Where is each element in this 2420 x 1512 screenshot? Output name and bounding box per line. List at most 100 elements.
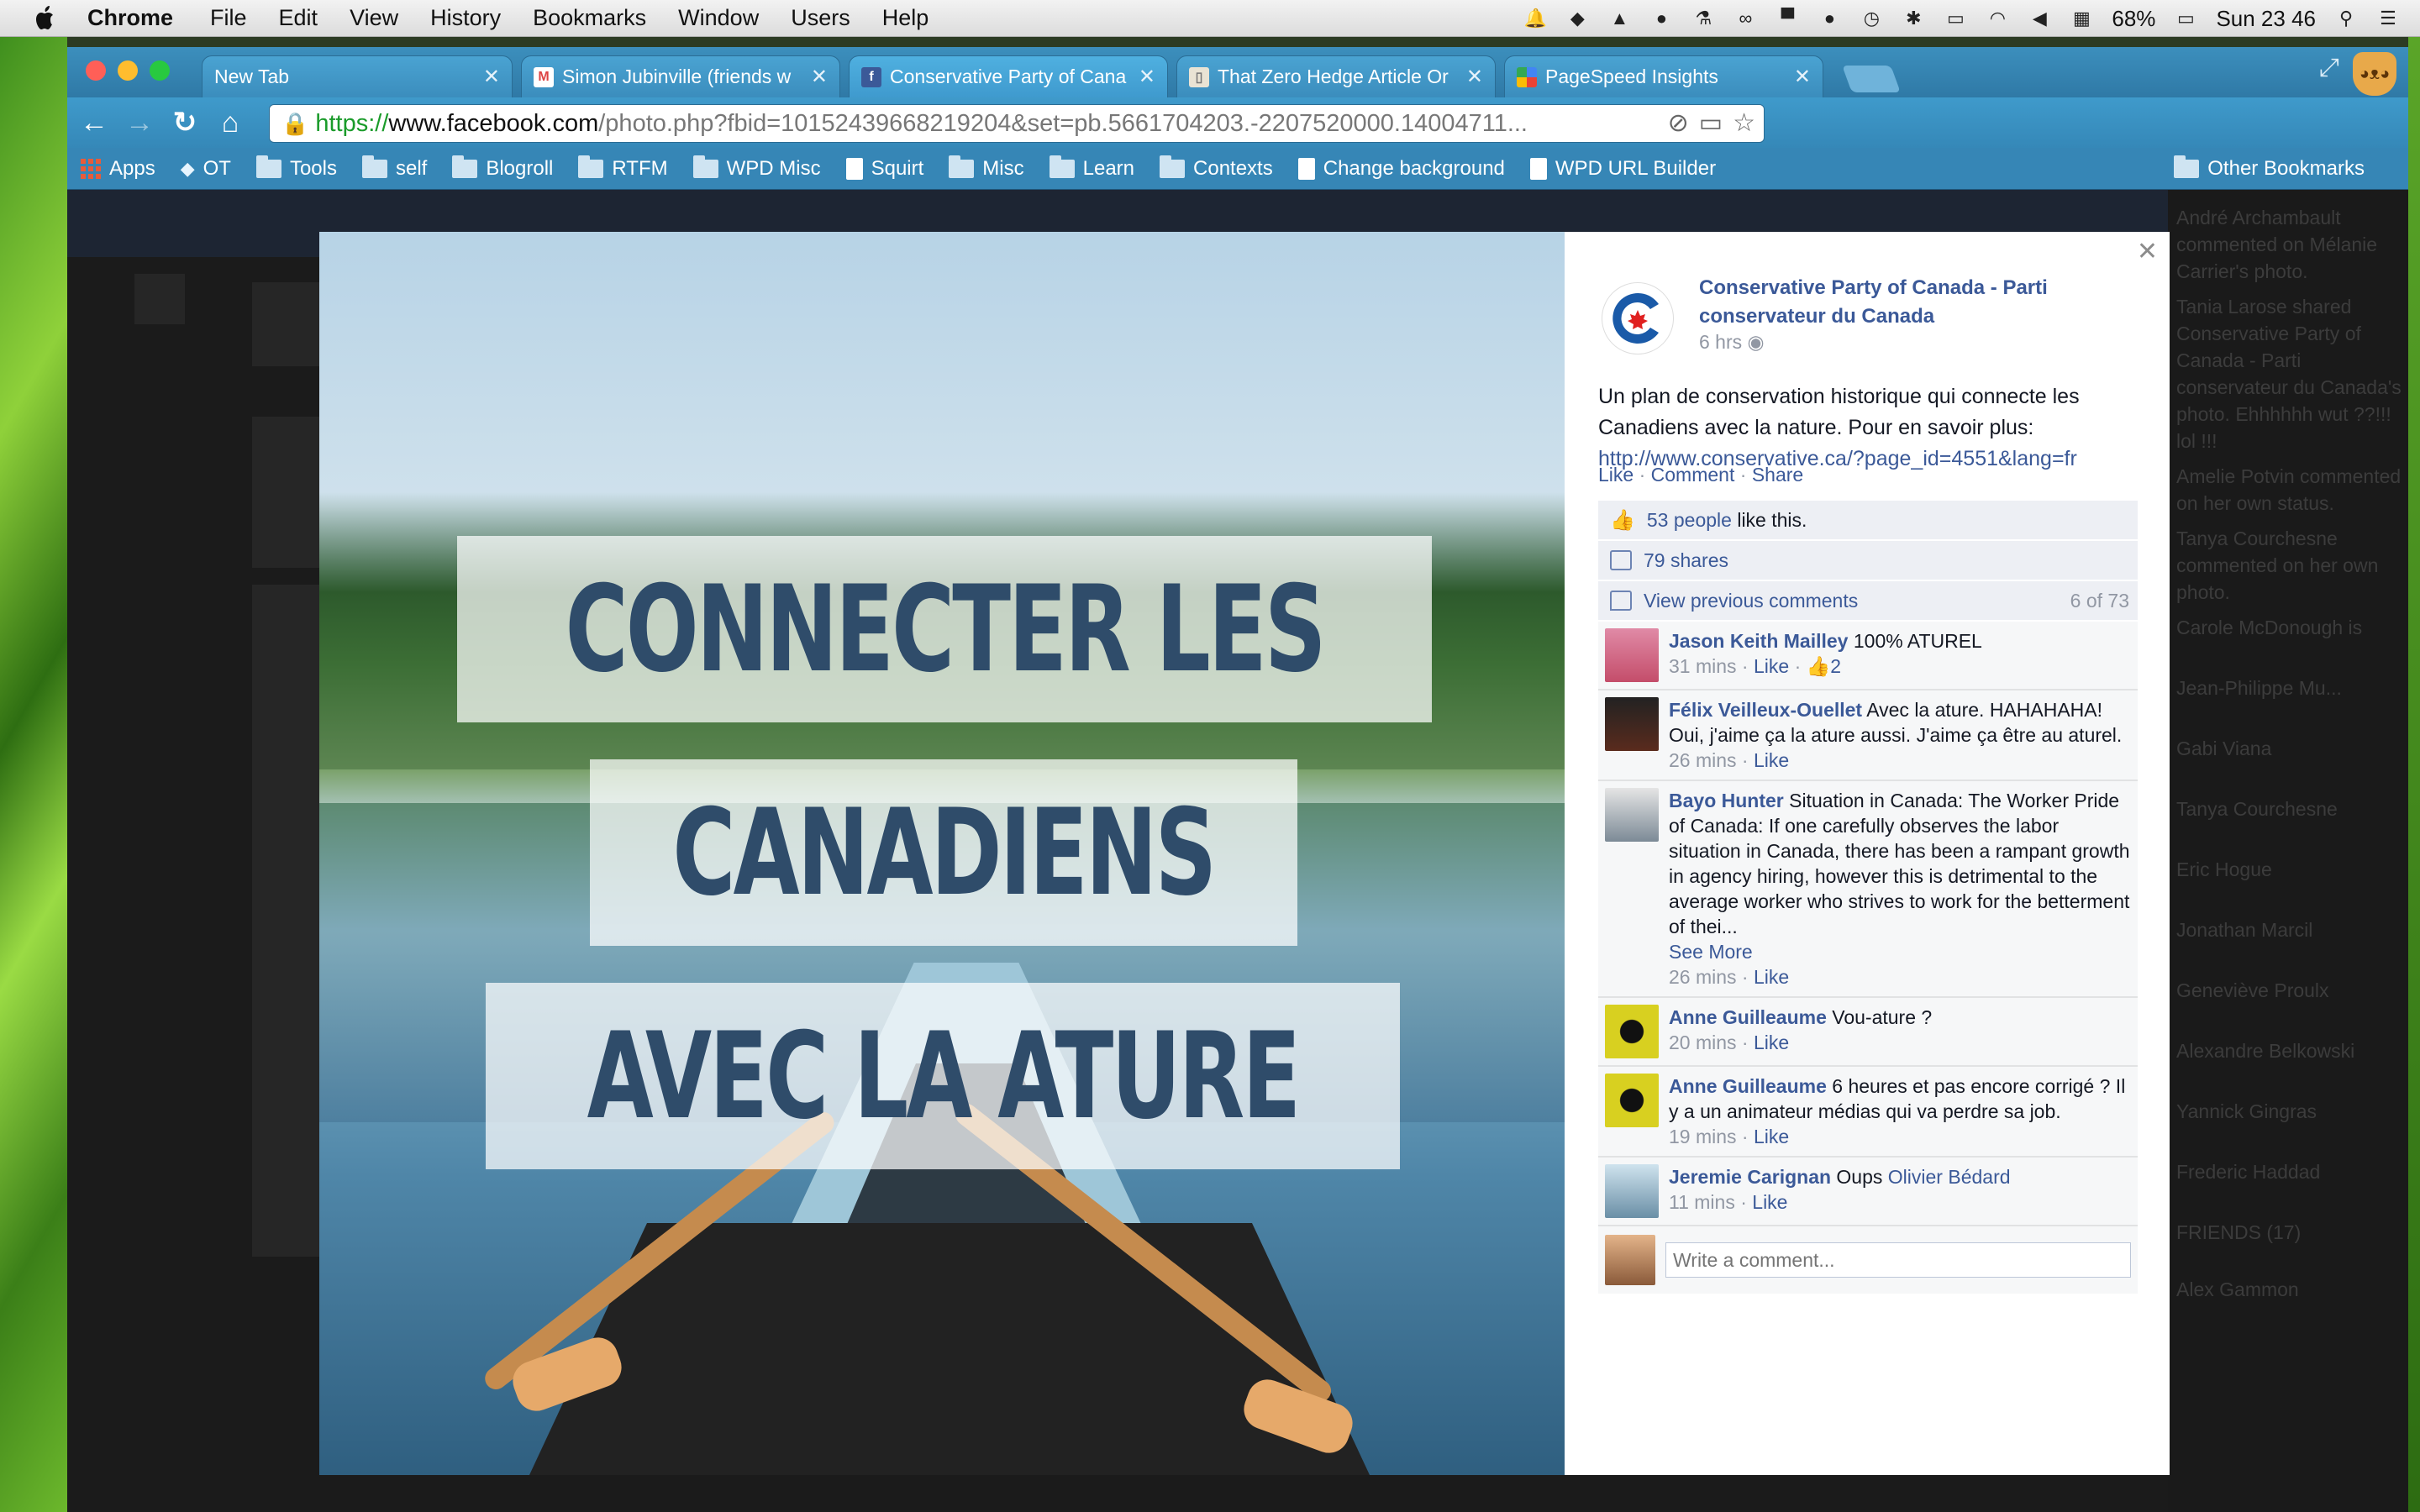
menu-help[interactable]: Help bbox=[882, 5, 929, 31]
dropbox-icon[interactable]: ◆ bbox=[1565, 7, 1589, 30]
bookmark-folder-self[interactable]: self bbox=[361, 155, 427, 181]
bookmark-star-icon[interactable]: ☆ bbox=[1733, 108, 1755, 138]
close-window-button[interactable] bbox=[86, 60, 106, 81]
zoom-window-button[interactable] bbox=[150, 60, 170, 81]
address-bar[interactable]: 🔒 https:// www.facebook.com /photo.php?f… bbox=[269, 104, 1765, 143]
back-arrow-icon[interactable]: ← bbox=[76, 104, 113, 141]
bookmark-folder-wpd-misc[interactable]: WPD Misc bbox=[692, 155, 821, 181]
see-more-link[interactable]: See More bbox=[1669, 941, 1753, 963]
shares-link[interactable]: 79 shares bbox=[1644, 549, 1728, 572]
menu-users[interactable]: Users bbox=[791, 5, 850, 31]
new-tab-button[interactable] bbox=[1842, 66, 1901, 92]
spotlight-search-icon[interactable]: ⚲ bbox=[2334, 7, 2358, 30]
profile-avatar-cat-icon[interactable]: ◕ᴥ◕ bbox=[2353, 52, 2396, 96]
post-author[interactable]: Conservative Party of Canada - Parti con… bbox=[1699, 274, 2136, 331]
keyboard-icon[interactable]: ▦ bbox=[2070, 7, 2093, 30]
close-tab-icon[interactable]: ✕ bbox=[1466, 65, 1483, 89]
comment-like-link[interactable]: Like bbox=[1754, 655, 1789, 677]
google-drive-icon[interactable]: ▲ bbox=[1607, 7, 1631, 30]
comment-time[interactable]: 31 mins bbox=[1669, 655, 1737, 677]
battery-percent[interactable]: 68% bbox=[2112, 6, 2155, 32]
tab-new-tab[interactable]: New Tab ✕ bbox=[202, 55, 513, 97]
bookmark-wpd-url-builder[interactable]: WPD URL Builder bbox=[1529, 157, 1716, 181]
tab-zero-hedge[interactable]: ▯ That Zero Hedge Article Or ✕ bbox=[1176, 55, 1496, 97]
commenter-avatar[interactable] bbox=[1605, 1005, 1659, 1058]
volume-icon[interactable]: ◀ bbox=[2028, 7, 2051, 30]
mention-link[interactable]: Olivier Bédard bbox=[1888, 1166, 2011, 1188]
like-link[interactable]: Like bbox=[1598, 464, 1634, 486]
comment-like-link[interactable]: Like bbox=[1752, 1191, 1787, 1213]
close-viewer-icon[interactable]: ✕ bbox=[2137, 237, 2158, 266]
share-link[interactable]: Share bbox=[1752, 464, 1803, 486]
bookmark-apps[interactable]: Apps bbox=[81, 157, 155, 181]
commenter-avatar[interactable] bbox=[1605, 788, 1659, 842]
tab-pagespeed[interactable]: PageSpeed Insights ✕ bbox=[1504, 55, 1823, 97]
wifi-icon[interactable]: ◠ bbox=[1986, 7, 2009, 30]
tab-facebook[interactable]: f Conservative Party of Cana ✕ bbox=[849, 55, 1168, 97]
comment-like-link[interactable]: Like bbox=[1754, 749, 1789, 771]
fullscreen-icon[interactable]: ⤢ bbox=[2319, 54, 2339, 82]
bookmark-ot[interactable]: ◆ OT bbox=[181, 157, 231, 181]
bookmark-folder-blogroll[interactable]: Blogroll bbox=[452, 155, 553, 181]
comment-link[interactable]: Comment bbox=[1651, 464, 1735, 486]
bookmark-folder-rtfm[interactable]: RTFM bbox=[578, 155, 668, 181]
comment-time[interactable]: 26 mins bbox=[1669, 966, 1737, 988]
menu-history[interactable]: History bbox=[430, 5, 501, 31]
comment-like-link[interactable]: Like bbox=[1754, 1126, 1789, 1147]
comment-time[interactable]: 19 mins bbox=[1669, 1126, 1737, 1147]
comment-time[interactable]: 20 mins bbox=[1669, 1032, 1737, 1053]
flask-icon[interactable]: ⚗ bbox=[1691, 7, 1715, 30]
commenter-name[interactable]: Félix Veilleux-Ouellet bbox=[1669, 699, 1862, 721]
bookmark-other-bookmarks[interactable]: Other Bookmarks bbox=[2174, 155, 2365, 181]
battery-icon[interactable]: ▭ bbox=[2174, 7, 2197, 30]
commenter-avatar[interactable] bbox=[1605, 628, 1659, 682]
menu-file[interactable]: File bbox=[210, 5, 247, 31]
glasses-icon[interactable]: ∞ bbox=[1733, 7, 1757, 30]
comment-like-link[interactable]: Like bbox=[1754, 966, 1789, 988]
commenter-avatar[interactable] bbox=[1605, 697, 1659, 751]
bookmark-folder-tools[interactable]: Tools bbox=[255, 155, 337, 181]
menu-window[interactable]: Window bbox=[678, 5, 759, 31]
commenter-avatar[interactable] bbox=[1605, 1074, 1659, 1127]
comment-time[interactable]: 26 mins bbox=[1669, 749, 1737, 771]
bookmark-folder-misc[interactable]: Misc bbox=[949, 155, 1024, 181]
write-comment-input[interactable] bbox=[1665, 1242, 2131, 1278]
close-tab-icon[interactable]: ✕ bbox=[1794, 65, 1811, 89]
menu-view[interactable]: View bbox=[350, 5, 398, 31]
menu-bookmarks[interactable]: Bookmarks bbox=[533, 5, 646, 31]
close-tab-icon[interactable]: ✕ bbox=[1139, 65, 1155, 89]
time-machine-icon[interactable]: ◷ bbox=[1860, 7, 1883, 30]
bluetooth-icon[interactable]: ✱ bbox=[1902, 7, 1925, 30]
menu-clock[interactable]: Sun 23 46 bbox=[2216, 6, 2316, 32]
home-icon[interactable]: ⌂ bbox=[212, 104, 249, 141]
comment-likes-count[interactable]: 👍2 bbox=[1807, 655, 1841, 677]
comment-icon[interactable]: ▭ bbox=[1699, 108, 1723, 138]
view-previous-comments-link[interactable]: View previous comments bbox=[1644, 590, 1858, 612]
bookmark-folder-learn[interactable]: Learn bbox=[1049, 155, 1134, 181]
page-avatar[interactable] bbox=[1602, 282, 1674, 354]
commenter-name[interactable]: Jason Keith Mailley bbox=[1669, 630, 1848, 652]
likes-count-link[interactable]: 53 people bbox=[1647, 509, 1732, 531]
commenter-name[interactable]: Bayo Hunter bbox=[1669, 790, 1784, 811]
close-tab-icon[interactable]: ✕ bbox=[811, 65, 828, 89]
notification-center-icon[interactable]: ☰ bbox=[2376, 7, 2400, 30]
bookmark-squirt[interactable]: Squirt bbox=[845, 157, 923, 181]
menu-app-name[interactable]: Chrome bbox=[87, 5, 173, 31]
notification-bell-icon[interactable]: 🔔 bbox=[1523, 7, 1547, 30]
minimize-window-button[interactable] bbox=[118, 60, 138, 81]
evernote-icon[interactable]: ● bbox=[1649, 7, 1673, 30]
commenter-avatar[interactable] bbox=[1605, 1164, 1659, 1218]
display-icon[interactable]: ▭ bbox=[1944, 7, 1967, 30]
menu-edit[interactable]: Edit bbox=[279, 5, 318, 31]
commenter-name[interactable]: Anne Guilleaume bbox=[1669, 1006, 1827, 1028]
bookmark-change-background[interactable]: Change background bbox=[1297, 157, 1505, 181]
comment-time[interactable]: 11 mins bbox=[1669, 1191, 1735, 1213]
forward-arrow-icon[interactable]: → bbox=[121, 104, 158, 141]
post-timestamp[interactable]: 6 hrs ◉ bbox=[1699, 331, 1765, 354]
chat-icon[interactable]: ● bbox=[1818, 7, 1841, 30]
cookie-blocked-icon[interactable]: ⊘ bbox=[1668, 108, 1689, 138]
tab-gmail[interactable]: M Simon Jubinville (friends w ✕ bbox=[521, 55, 840, 97]
post-photo[interactable]: CONNECTER LES CANADIENS AVEC LA ATURE bbox=[319, 232, 1565, 1475]
commenter-name[interactable]: Jeremie Carignan bbox=[1669, 1166, 1831, 1188]
close-tab-icon[interactable]: ✕ bbox=[483, 65, 500, 89]
